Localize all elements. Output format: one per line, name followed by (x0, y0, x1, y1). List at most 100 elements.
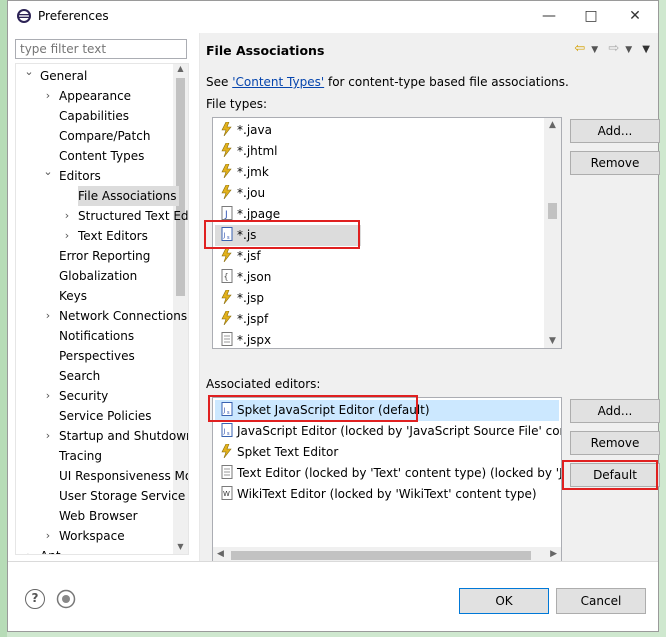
scroll-up-arrow[interactable]: ▲ (544, 120, 561, 130)
editor-item[interactable]: Text Editor (locked by 'Text' content ty… (221, 463, 561, 484)
file-type-item[interactable]: *.jou (221, 183, 265, 204)
tree-item[interactable]: Search (16, 366, 175, 386)
scroll-thumb[interactable] (231, 551, 531, 560)
tree-item[interactable]: Web Browser (16, 506, 175, 526)
tree-item[interactable]: Capabilities (16, 106, 175, 126)
file-type-item[interactable]: *.jmk (221, 162, 269, 183)
tree-item[interactable]: UI Responsiveness Monitoring (16, 466, 188, 486)
menu-dropdown-icon[interactable]: ▼ (642, 44, 650, 55)
maximize-button[interactable]: □ (576, 5, 606, 27)
content-types-link[interactable]: 'Content Types' (232, 75, 324, 89)
help-icon[interactable]: ? (25, 589, 45, 609)
remove-file-type-button[interactable]: Remove (570, 151, 660, 175)
expand-arrow-icon[interactable]: › (43, 426, 53, 446)
tree-item[interactable]: Globalization (16, 266, 175, 286)
lightning-icon (221, 311, 232, 325)
content-types-hint: See 'Content Types' for content-type bas… (206, 75, 569, 89)
file-type-item[interactable]: *.jspx (221, 330, 272, 348)
collapse-arrow-icon[interactable]: ⌄ (24, 64, 34, 82)
tree-item[interactable]: User Storage Service (16, 486, 185, 506)
scroll-right-arrow[interactable]: ▶ (550, 549, 557, 559)
tree-item-label: Text Editors (78, 229, 148, 243)
editor-item[interactable]: Js JavaScript Editor (locked by 'JavaScri… (221, 421, 561, 442)
scroll-down-arrow[interactable]: ▼ (544, 336, 561, 346)
collapse-arrow-icon[interactable]: ⌄ (43, 162, 53, 182)
filter-input[interactable] (15, 39, 187, 59)
hint-prefix: See (206, 75, 233, 89)
remove-editor-button[interactable]: Remove (570, 431, 660, 455)
tree-item[interactable]: Error Reporting (16, 246, 175, 266)
associated-editors-list[interactable]: ◀ ▶ Js Spket JavaScript Editor (default) J… (212, 397, 562, 565)
cancel-button[interactable]: Cancel (556, 588, 646, 614)
tree-item[interactable]: › Ant (16, 546, 175, 554)
tree-item[interactable]: Service Policies (16, 406, 175, 426)
file-type-item[interactable]: {*.json (221, 267, 271, 288)
j-file-icon: J (221, 206, 233, 220)
tree-item[interactable]: Content Types (16, 146, 175, 166)
expand-arrow-icon[interactable]: › (43, 386, 53, 406)
tree-item-label: Network Connections (59, 309, 188, 323)
file-type-label: *.java (237, 123, 272, 137)
tree-item[interactable]: › Startup and Shutdown (16, 426, 188, 446)
default-button-highlight-box (562, 460, 658, 490)
forward-arrow-icon[interactable]: ⇨ (608, 41, 619, 56)
tree-item[interactable]: Notifications (16, 326, 175, 346)
tree-item[interactable]: Tracing (16, 446, 175, 466)
file-type-item[interactable]: *.jspf (221, 309, 268, 330)
back-dropdown-icon[interactable]: ▼ (591, 45, 598, 55)
tree-item[interactable]: › Network Connections (16, 306, 187, 326)
file-type-item[interactable]: *.jhtml (221, 141, 277, 162)
expand-arrow-icon[interactable]: › (62, 206, 72, 226)
js-highlight-box (204, 220, 360, 249)
tree-item[interactable]: › Structured Text Editors (16, 206, 188, 226)
close-button[interactable]: ✕ (620, 5, 650, 27)
scroll-down-arrow[interactable]: ▼ (173, 542, 188, 554)
back-arrow-icon[interactable]: ⇦ (574, 41, 585, 56)
add-file-type-button[interactable]: Add... (570, 119, 660, 143)
minimize-button[interactable]: — (534, 5, 564, 27)
ok-button[interactable]: OK (459, 588, 549, 614)
expand-arrow-icon[interactable]: › (24, 546, 34, 554)
lightning-icon (221, 143, 232, 157)
tree-item[interactable]: File Associations (16, 186, 180, 206)
expand-arrow-icon[interactable]: › (62, 226, 72, 246)
add-editor-button[interactable]: Add... (570, 399, 660, 423)
editor-item[interactable]: Spket Text Editor (221, 442, 338, 463)
tree-item-label: Web Browser (59, 509, 138, 523)
tree-item[interactable]: Keys (16, 286, 175, 306)
scroll-thumb[interactable] (548, 203, 557, 219)
tree-item[interactable]: › Text Editors (16, 226, 175, 246)
tree-item-label: Appearance (59, 89, 132, 103)
oomph-record-icon[interactable] (56, 589, 76, 609)
file-type-item[interactable]: *.jsf (221, 246, 261, 267)
tree-item[interactable]: Perspectives (16, 346, 175, 366)
scroll-left-arrow[interactable]: ◀ (217, 549, 224, 559)
tree-item-label: Capabilities (59, 109, 129, 123)
tree-item[interactable]: Compare/Patch (16, 126, 175, 146)
file-type-item[interactable]: *.java (221, 120, 272, 141)
expand-arrow-icon[interactable]: › (43, 86, 53, 106)
editor-item[interactable]: W WikiText Editor (locked by 'WikiText' c… (221, 484, 537, 505)
lightning-icon (221, 248, 232, 262)
expand-arrow-icon[interactable]: › (43, 526, 53, 546)
wiki-icon: W (221, 486, 233, 500)
file-types-scrollbar[interactable]: ▲ ▼ (544, 118, 561, 348)
tree-item[interactable]: › Security (16, 386, 175, 406)
file-type-item[interactable]: *.jsp (221, 288, 264, 309)
text-file-icon (221, 332, 233, 346)
tree-item[interactable]: › Appearance (16, 86, 175, 106)
svg-text:W: W (223, 490, 230, 498)
file-type-label: *.jspx (237, 333, 272, 347)
tree-item-label: Tracing (59, 449, 103, 463)
tree-item[interactable]: › Workspace (16, 526, 175, 546)
tree-item-label: Workspace (59, 529, 125, 543)
hint-suffix: for content-type based file associations… (324, 75, 569, 89)
tree-item[interactable]: ⌄ Editors (16, 165, 175, 186)
forward-dropdown-icon[interactable]: ▼ (625, 45, 632, 55)
tree-item[interactable]: ⌄ General (16, 64, 175, 86)
tree-item-label: Notifications (59, 329, 135, 343)
expand-arrow-icon[interactable]: › (43, 306, 53, 326)
lightning-icon (221, 444, 232, 458)
scroll-up-arrow[interactable]: ▲ (173, 64, 188, 76)
page-navigation: ⇦ ▼ ⇨ ▼ ▼ (568, 41, 650, 59)
